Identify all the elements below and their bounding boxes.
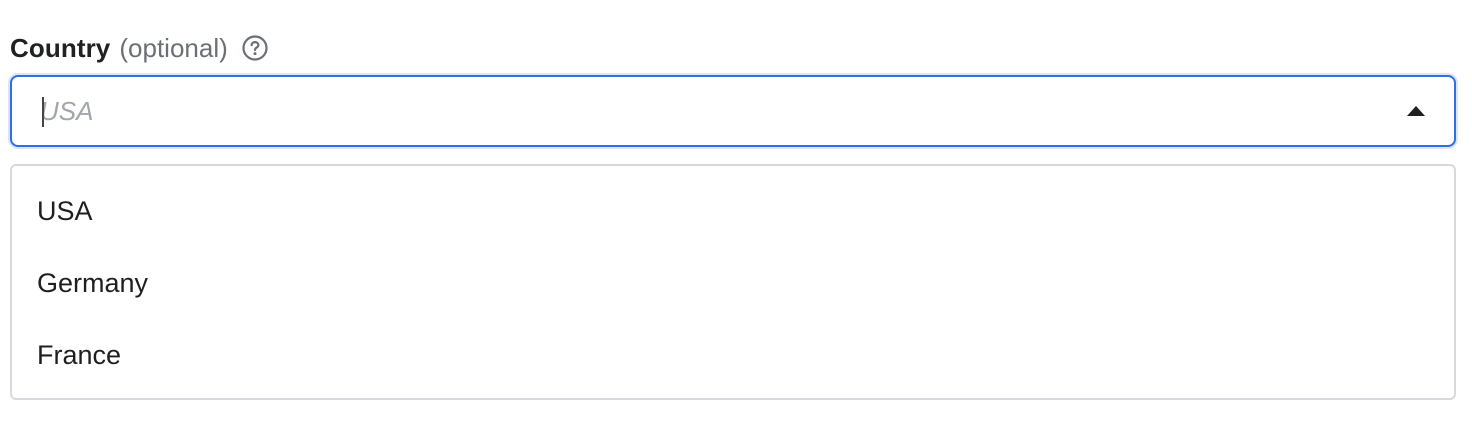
option-usa[interactable]: USA (12, 175, 1454, 247)
country-input[interactable] (40, 77, 1360, 145)
optional-label: (optional) (119, 33, 228, 63)
option-france[interactable]: France (12, 319, 1454, 391)
field-label: Country (10, 33, 111, 63)
text-cursor (42, 97, 44, 127)
option-germany[interactable]: Germany (12, 247, 1454, 319)
question-circle-icon[interactable] (241, 34, 269, 62)
collapse-dropdown-button[interactable] (1398, 95, 1434, 127)
country-combobox[interactable] (10, 75, 1456, 147)
country-options-list: USA Germany France (10, 164, 1456, 400)
country-field: Country (optional) (10, 28, 1456, 147)
field-label-row: Country (optional) (10, 28, 1456, 68)
caret-up-icon (1407, 106, 1425, 116)
